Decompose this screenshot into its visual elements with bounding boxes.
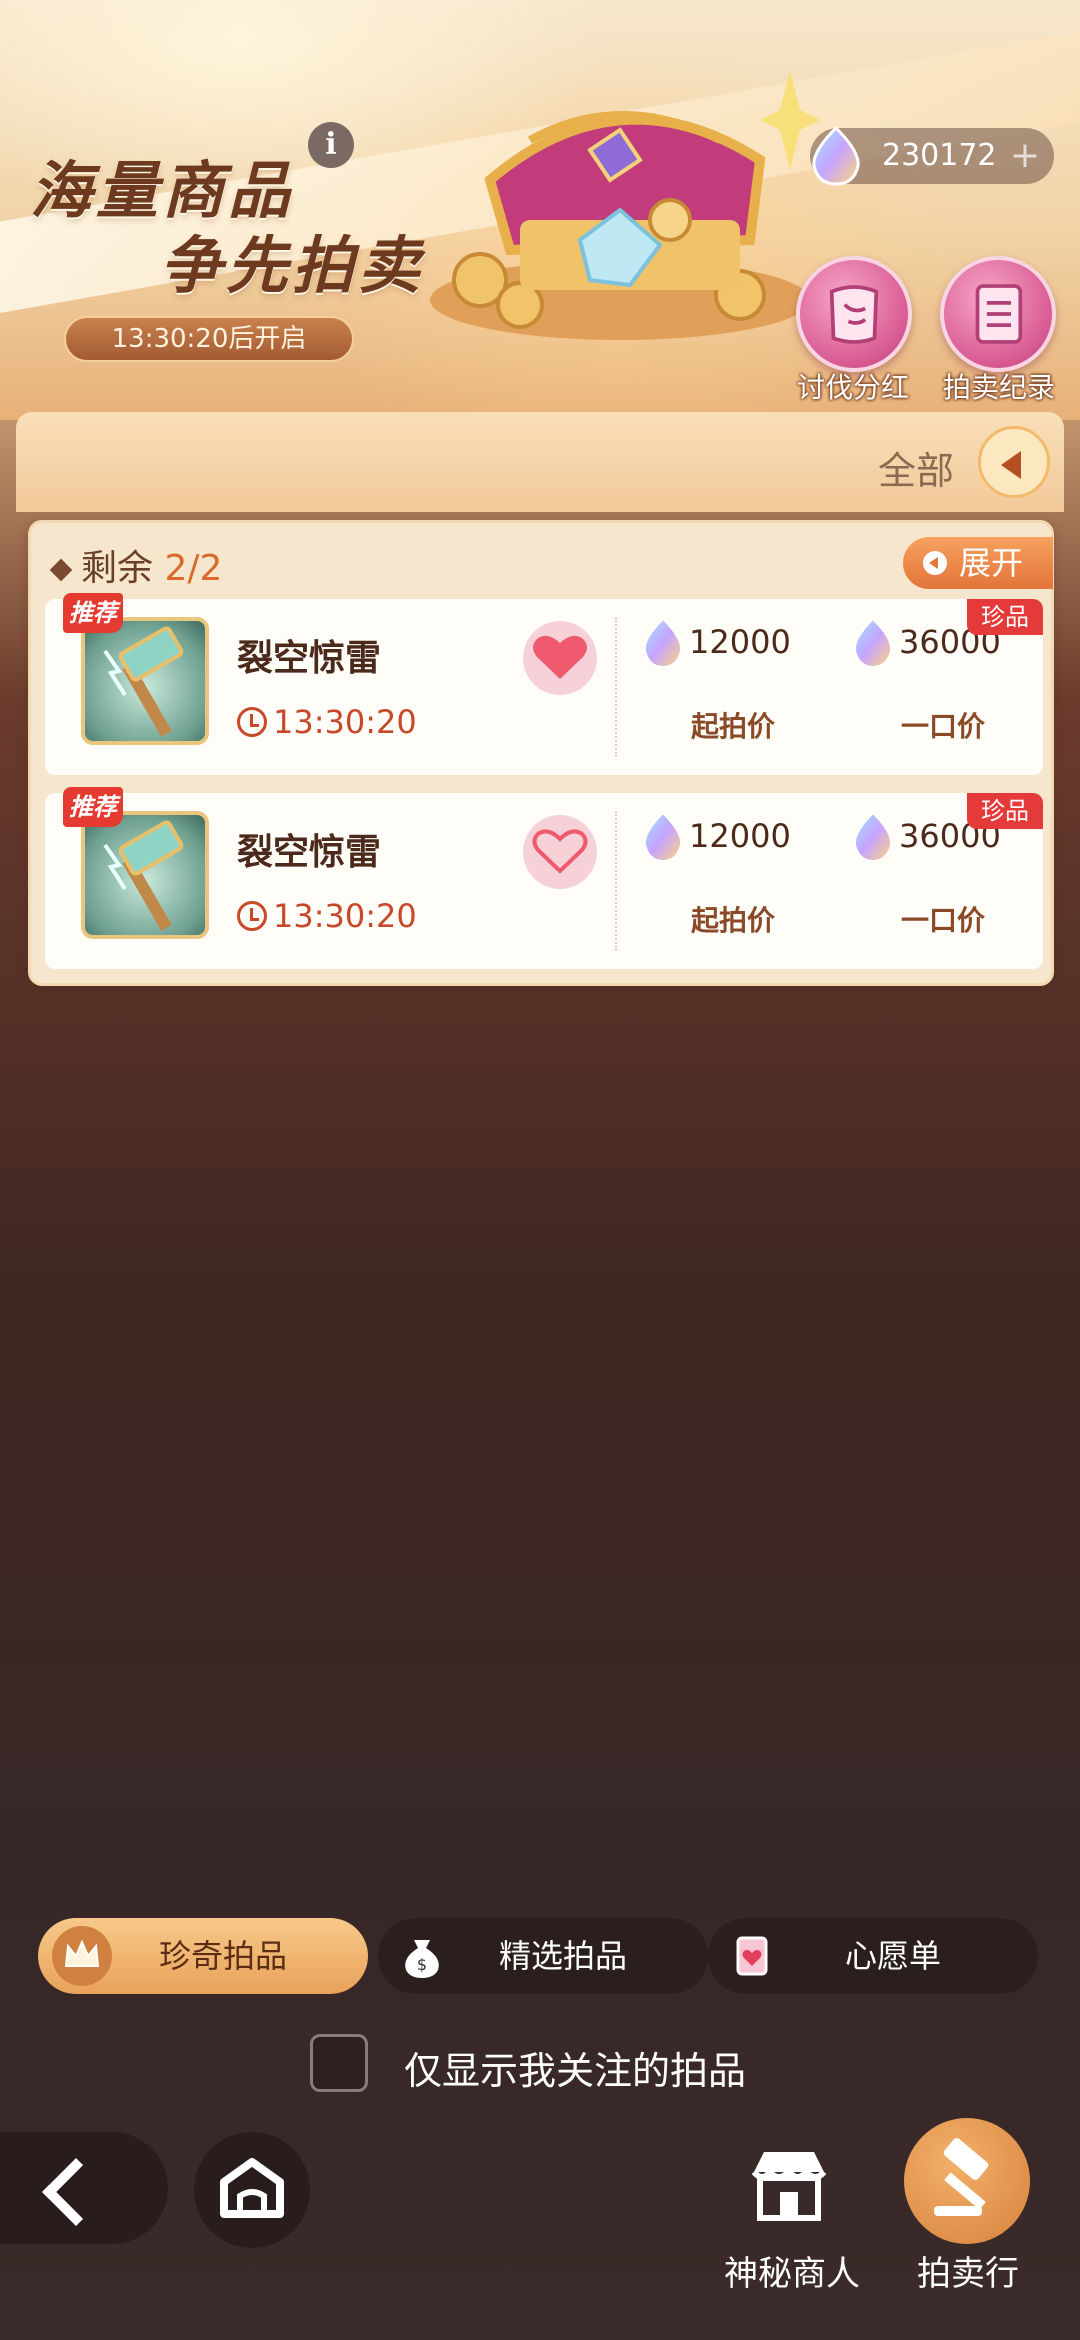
only-watched-label: 仅显示我关注的拍品 xyxy=(404,2049,747,2093)
favorite-button[interactable] xyxy=(523,621,597,695)
start-price-value: 12000 xyxy=(689,817,791,855)
start-price: 12000 xyxy=(639,811,791,863)
currency-display[interactable]: 230172 + xyxy=(810,125,1054,186)
item-name: 裂空惊雷 xyxy=(237,832,382,873)
item-name: 裂空惊雷 xyxy=(237,638,382,679)
dividend-button[interactable] xyxy=(796,256,912,372)
rainbow-gem-icon xyxy=(643,811,683,863)
filter-toggle-arrow-icon[interactable] xyxy=(978,426,1050,498)
thunder-hammer-icon xyxy=(103,626,184,737)
clock-icon xyxy=(237,707,267,737)
tab-rare-items-label: 珍奇拍品 xyxy=(158,1937,287,1975)
recommend-badge: 推荐 xyxy=(63,787,123,827)
tab-featured-items[interactable]: $ 精选拍品 xyxy=(378,1918,708,1994)
diamond-bullet-icon xyxy=(49,558,73,582)
start-price-label: 起拍价 xyxy=(690,904,775,937)
clock-icon xyxy=(237,901,267,931)
item-countdown: 13:30:20 xyxy=(237,703,417,741)
auction-item[interactable]: 推荐 裂空惊雷 13:30:20 12000 起拍价 36000 一口价 珍品 xyxy=(45,787,1043,969)
tab-featured-items-label: 精选拍品 xyxy=(498,1937,627,1975)
tab-rare-items[interactable]: 珍奇拍品 xyxy=(38,1918,368,1994)
mysterious-merchant-icon[interactable] xyxy=(734,2132,844,2242)
opening-countdown: 13:30:20后开启 xyxy=(64,316,354,362)
rainbow-gem-icon xyxy=(853,617,893,669)
back-button[interactable] xyxy=(0,2132,168,2244)
info-icon[interactable]: i xyxy=(308,122,354,168)
buyout-price-label: 一口价 xyxy=(900,904,985,937)
item-countdown-value: 13:30:20 xyxy=(273,897,417,935)
rare-tag: 珍品 xyxy=(967,599,1043,635)
rainbow-gem-icon xyxy=(853,811,893,863)
mysterious-merchant-label[interactable]: 神秘商人 xyxy=(712,2246,872,2295)
remaining-value: 2/2 xyxy=(164,548,223,589)
recommend-badge: 推荐 xyxy=(63,593,123,633)
money-bag-icon: $ xyxy=(392,1926,452,1986)
item-countdown: 13:30:20 xyxy=(237,897,417,935)
auction-banner: 海量商品 争先拍卖 i 13:30:20后开启 230172 + 讨伐分红 拍卖… xyxy=(0,0,1080,420)
scroll-icon xyxy=(975,284,1023,344)
item-thumbnail xyxy=(81,811,209,939)
dividend-label: 讨伐分红 xyxy=(796,371,909,404)
start-price: 12000 xyxy=(639,617,791,669)
category-filter-bar: 全部 xyxy=(16,412,1064,512)
remaining-label: 剩余 xyxy=(81,548,154,589)
map-icon xyxy=(829,285,879,344)
thunder-hammer-icon xyxy=(103,820,184,931)
rainbow-gem-icon xyxy=(643,617,683,669)
add-currency-icon[interactable]: + xyxy=(1010,128,1040,184)
wishlist-icon xyxy=(722,1926,782,1986)
heart-outline-icon xyxy=(532,829,588,874)
item-thumbnail xyxy=(81,617,209,745)
home-icon xyxy=(220,2158,284,2218)
remaining-count: 剩余 2/2 xyxy=(49,539,223,591)
auction-item[interactable]: 推荐 裂空惊雷 13:30:20 12000 起拍价 36000 一口价 珍品 xyxy=(45,593,1043,775)
rainbow-gem-icon xyxy=(812,125,860,186)
buyout-price-label: 一口价 xyxy=(900,710,985,743)
item-divider xyxy=(615,617,617,757)
auction-category-tabs: 珍奇拍品 $ 精选拍品 心愿单 xyxy=(38,1918,1038,1994)
auction-house-label[interactable]: 拍卖行 xyxy=(888,2246,1048,2295)
category-filter-label[interactable]: 全部 xyxy=(878,440,954,495)
item-divider xyxy=(615,811,617,951)
auction-records-button[interactable] xyxy=(940,256,1056,372)
auction-house-button[interactable] xyxy=(904,2118,1030,2244)
expand-button[interactable]: 展开 xyxy=(903,537,1053,589)
gavel-icon xyxy=(934,2138,989,2216)
rare-tag: 珍品 xyxy=(967,793,1043,829)
heart-filled-icon xyxy=(533,635,587,679)
treasure-chest-icon xyxy=(430,70,820,340)
tab-wishlist[interactable]: 心愿单 xyxy=(708,1918,1038,1994)
favorite-button[interactable] xyxy=(523,815,597,889)
svg-text:$: $ xyxy=(417,1955,427,1974)
crown-icon xyxy=(52,1926,112,1986)
auction-list-panel: 剩余 2/2 展开 推荐 裂空惊雷 13:30:20 12000 起拍价 360… xyxy=(28,520,1054,986)
start-price-value: 12000 xyxy=(689,623,791,661)
only-watched-checkbox[interactable] xyxy=(310,2034,368,2092)
start-price-label: 起拍价 xyxy=(690,710,775,743)
banner-title-line2: 争先拍卖 xyxy=(160,229,425,302)
tab-wishlist-label: 心愿单 xyxy=(844,1937,941,1975)
currency-amount: 230172 xyxy=(882,138,997,173)
home-button[interactable] xyxy=(194,2132,310,2248)
auction-records-label: 拍卖纪录 xyxy=(942,371,1055,404)
item-countdown-value: 13:30:20 xyxy=(273,703,417,741)
